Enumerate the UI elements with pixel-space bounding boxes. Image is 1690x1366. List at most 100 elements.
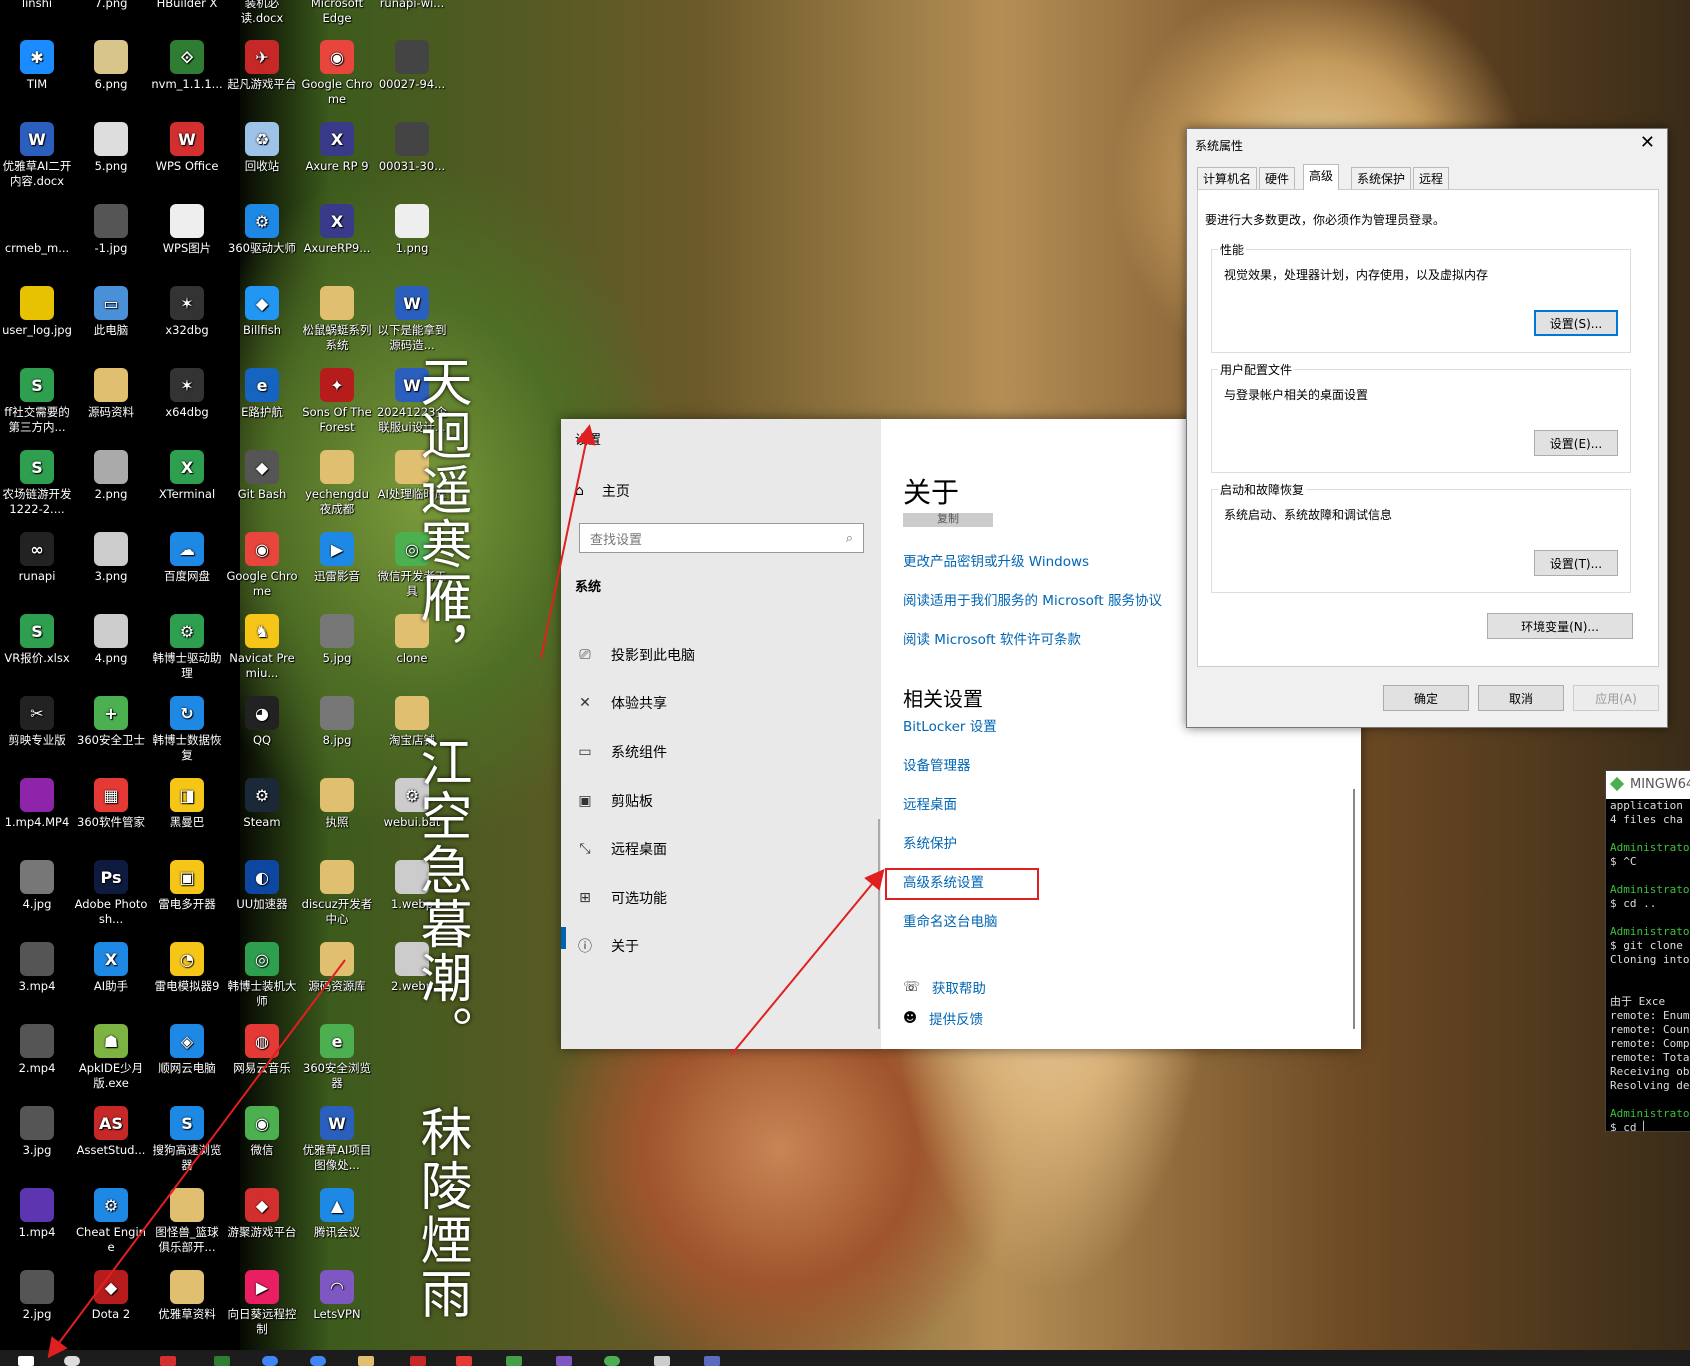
ok-button[interactable]: 确定 [1383,685,1469,711]
desktop-icon[interactable]: ✱ TIM [0,40,74,92]
desktop-icon-label[interactable]: Microsoft Edge [300,0,374,26]
link-change-product-key[interactable]: 更改产品密钥或升级 Windows [903,550,1089,570]
desktop-icon-label[interactable]: 装机必读.docx [225,0,299,26]
nav-item-remote-desktop[interactable]: ⤡ 远程桌面 [575,839,667,859]
chrome-icon[interactable] [262,1356,278,1366]
desktop-icon[interactable]: yechengdu夜成都 [300,450,374,517]
link-device-manager[interactable]: 设备管理器 [903,754,971,774]
desktop-icon[interactable]: 2.png [74,450,148,502]
desktop-icon[interactable]: ◆ 游聚游戏平台 [225,1188,299,1240]
desktop-icon[interactable]: 8.jpg [300,696,374,748]
desktop-icon[interactable]: ▣ 雷电多开器 [150,860,224,912]
desktop-icon[interactable]: 执照 [300,778,374,830]
desktop-icon[interactable]: ✦ Sons Of The Forest [300,368,374,435]
link-system-protection[interactable]: 系统保护 [903,832,957,852]
desktop-icon[interactable]: 3.png [74,532,148,584]
desktop-icon[interactable]: 1.png [375,204,449,256]
nav-item-shared-experience[interactable]: ✕ 体验共享 [575,693,667,713]
apply-button[interactable]: 应用(A) [1573,685,1659,711]
desktop-icon[interactable]: X Axure RP 9 [300,122,374,174]
cancel-button[interactable]: 取消 [1478,685,1564,711]
terminal-titlebar[interactable]: MINGW64 [1606,771,1690,799]
desktop-icon[interactable]: ◈ 顺网云电脑 [150,1024,224,1076]
startup-settings-button[interactable]: 设置(T)... [1534,550,1618,576]
desktop-icon[interactable]: ◉ 微信 [225,1106,299,1158]
desktop-icon[interactable]: ♻ 回收站 [225,122,299,174]
desktop-icon[interactable]: 3.jpg [0,1106,74,1158]
desktop-icon[interactable]: ◕ QQ [225,696,299,748]
nav-item-project[interactable]: ⎚ 投影到此电脑 [575,645,695,665]
desktop-icon[interactable]: ◉ Google Chrome [300,40,374,107]
link-rename-pc[interactable]: 重命名这台电脑 [903,910,998,930]
desktop-icon[interactable]: X XTerminal [150,450,224,502]
desktop-icon[interactable]: 源码资源库 [300,942,374,994]
desktop-icon-label[interactable]: runapi-wi... [375,0,449,11]
desktop-icon-label[interactable]: linshi [0,0,74,11]
desktop-icon[interactable]: ◔ 雷电模拟器9 [150,942,224,994]
desktop-icon[interactable]: 00031-30... [375,122,449,174]
desktop-icon[interactable]: ↻ 韩博士数据恢复 [150,696,224,763]
desktop-icon[interactable]: -1.jpg [74,204,148,256]
desktop-icon[interactable]: ◆ Git Bash [225,450,299,502]
link-bitlocker[interactable]: BitLocker 设置 [903,715,997,735]
desktop-icon[interactable]: ◆ Dota 2 [74,1270,148,1322]
desktop-icon[interactable]: user_log.jpg [0,286,74,338]
taskbar-app-icon[interactable] [506,1356,522,1366]
desktop-icon[interactable]: ⟐ nvm_1.1.1... [150,40,224,92]
desktop-icon[interactable]: ✶ x64dbg [150,368,224,420]
taskbar-app-icon[interactable] [160,1356,176,1366]
desktop-icon[interactable]: Sff社交需要的第三方内... [0,368,74,435]
desktop-icon[interactable]: 4.png [74,614,148,666]
desktop-icon[interactable]: S 农场链游开发1222-2.... [0,450,74,517]
desktop-icon[interactable]: ✈ 起凡游戏平台 [225,40,299,92]
link-service-agreement[interactable]: 阅读适用于我们服务的 Microsoft 服务协议 [903,589,1162,609]
link-license-terms[interactable]: 阅读 Microsoft 软件许可条款 [903,628,1081,648]
desktop-icon[interactable]: ☁ 百度网盘 [150,532,224,584]
tab-hardware[interactable]: 硬件 [1259,167,1296,189]
chrome-icon[interactable] [310,1356,326,1366]
desktop-icon[interactable]: 3.mp4 [0,942,74,994]
close-icon[interactable]: ✕ [1640,132,1655,153]
content-scrollbar[interactable] [1353,789,1355,1029]
desktop-icon[interactable]: ◆ Billfish [225,286,299,338]
desktop-icon[interactable]: ⚙ 韩博士驱动助理 [150,614,224,681]
nav-item-about[interactable]: ⓘ 关于 [575,936,639,956]
desktop-icon[interactable]: discuz开发者中心 [300,860,374,927]
feedback-link[interactable]: ☻ 提供反馈 [903,1008,983,1028]
desktop-icon[interactable]: X AxureRP9... [300,204,374,256]
taskbar-app-icon[interactable] [556,1356,572,1366]
nav-home[interactable]: ⌂ 主页 [575,481,630,501]
start-icon[interactable] [18,1356,34,1366]
desktop-icon[interactable]: ∞ runapi [0,532,74,584]
desktop-icon[interactable]: S VR报价.xlsx [0,614,74,666]
desktop-icon-label[interactable]: HBuilder X [150,0,224,11]
desktop-icon[interactable]: W 优雅草AI项目图像处... [300,1106,374,1173]
desktop-icon[interactable]: 5.jpg [300,614,374,666]
nav-item-clipboard[interactable]: ▣ 剪贴板 [575,791,653,811]
folder-icon[interactable] [358,1356,374,1366]
desktop-icon[interactable]: ◠ LetsVPN [300,1270,374,1322]
desktop-icon[interactable]: W 以下是能拿到源码造... [375,286,449,353]
desktop-icon[interactable]: 6.png [74,40,148,92]
wechat-icon[interactable] [604,1356,620,1366]
desktop-icon[interactable]: S 搜狗高速浏览器 [150,1106,224,1173]
search-icon[interactable] [64,1356,80,1366]
desktop-icon[interactable]: 2.jpg [0,1270,74,1322]
desktop-icon[interactable]: ⚙ Steam [225,778,299,830]
desktop-icon[interactable]: 源码资料 [74,368,148,420]
desktop-icon[interactable]: ⚙ 360驱动大师 [225,204,299,256]
desktop-icon[interactable]: ◨ 黑曼巴 [150,778,224,830]
desktop-icon[interactable]: 4.jpg [0,860,74,912]
desktop-icon[interactable]: ▶ 迅雷影音 [300,532,374,584]
desktop-icon[interactable]: ♞ Navicat Premiu... [225,614,299,681]
desktop-icon-label[interactable]: 7.png [74,0,148,11]
desktop-icon[interactable]: WPS图片 [150,204,224,256]
desktop-icon[interactable]: ▲ 腾讯会议 [300,1188,374,1240]
desktop-icon[interactable]: Ps Adobe Photosh... [74,860,148,927]
settings-search-input[interactable]: 查找设置 ⌕ [579,523,864,553]
user-profiles-settings-button[interactable]: 设置(E)... [1534,430,1618,456]
taskbar-app-icon[interactable] [704,1356,720,1366]
tab-computer-name[interactable]: 计算机名 [1197,167,1258,189]
copy-button[interactable]: 复制 [903,513,993,527]
desktop-icon[interactable]: 图怪兽_篮球俱乐部开... [150,1188,224,1255]
